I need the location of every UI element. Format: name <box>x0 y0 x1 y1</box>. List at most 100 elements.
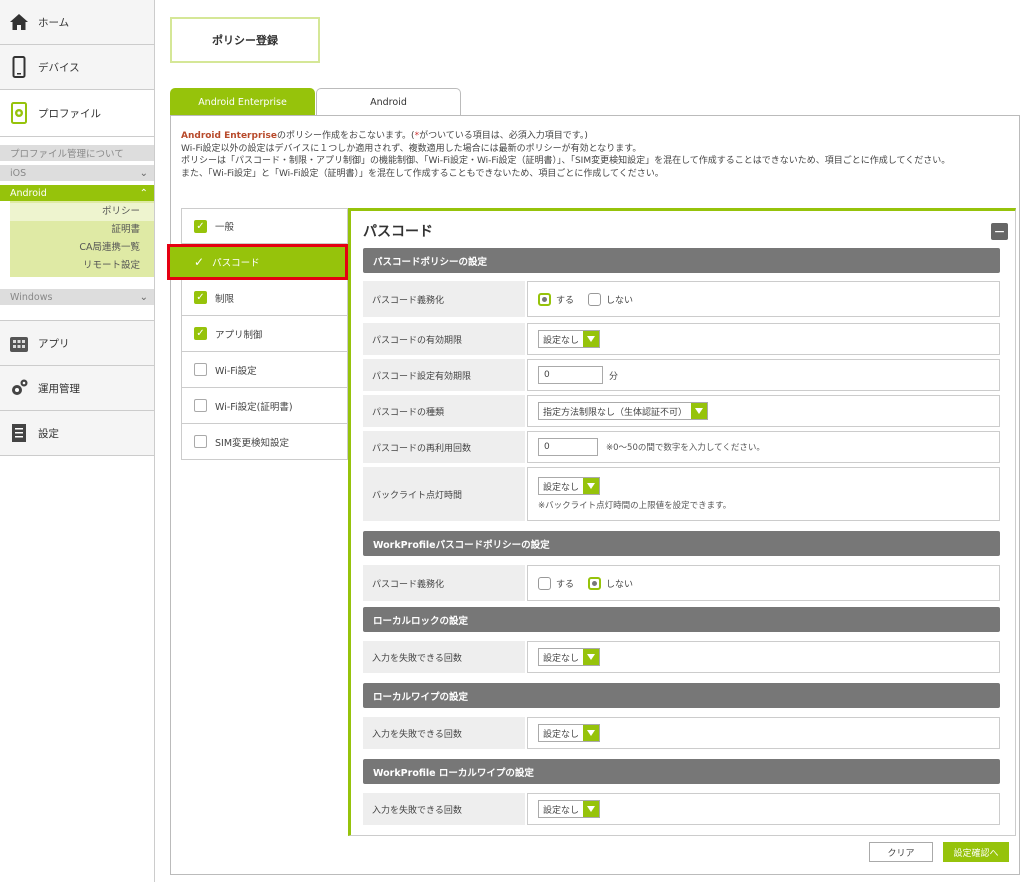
profile-about-link[interactable]: プロファイル管理について <box>0 145 154 161</box>
nav-profile-label: プロファイル <box>38 107 101 120</box>
dropdown-arrow-icon <box>583 725 600 741</box>
profile-about-label: プロファイル管理について <box>10 149 124 160</box>
nav-android[interactable]: Android ⌃ <box>0 185 154 201</box>
nav-ios-label: iOS <box>10 167 27 179</box>
menu-item-label: Wi-Fi設定 <box>215 365 257 377</box>
checkbox-checked-icon: ✓ <box>194 327 207 340</box>
nav-home[interactable]: ホーム <box>0 0 154 45</box>
nav-ops[interactable]: 運用管理 <box>0 366 154 411</box>
row-label: パスコードの種類 <box>363 395 525 427</box>
select-value: 設定なし <box>543 482 580 493</box>
sidebar-divider <box>0 309 154 321</box>
dropdown-arrow-icon <box>691 403 708 419</box>
menu-item-wifi-cert[interactable]: Wi-Fi設定(証明書) <box>181 388 348 424</box>
home-icon <box>8 11 30 33</box>
android-item-certificate[interactable]: 証明書 <box>10 221 154 239</box>
menu-item-passcode[interactable]: ✓ パスコード <box>167 244 348 280</box>
row-label: バックライト点灯時間 <box>363 467 525 521</box>
intro-text: Android Enterpriseのポリシー作成をおこないます。(*がついてい… <box>181 130 1001 180</box>
nav-ios[interactable]: iOS ⌄ <box>0 165 154 181</box>
nav-ops-label: 運用管理 <box>38 382 80 395</box>
clear-button[interactable]: クリア <box>869 842 933 862</box>
row-work-passcode-required: パスコード義務化 する しない <box>363 565 1000 601</box>
unit-minute: 分 <box>609 371 619 382</box>
nav-windows-label: Windows <box>10 291 53 303</box>
radio-yes-label: する <box>556 579 575 590</box>
type-select[interactable]: 指定方法制限なし（生体認証不可） <box>538 402 709 420</box>
menu-item-wifi[interactable]: Wi-Fi設定 <box>181 352 348 388</box>
section-work-passcode: WorkProfileパスコードポリシーの設定 <box>363 531 1000 556</box>
row-value: 0 ※0～50の間で数字を入力してください。 <box>527 431 1000 463</box>
section-local-lock: ローカルロックの設定 <box>363 607 1000 632</box>
tab-bar: Android Enterprise Android <box>170 88 462 116</box>
row-passcode-expiry: パスコードの有効期限 設定なし <box>363 323 1000 355</box>
radio-no-label: しない <box>606 295 634 306</box>
dropdown-arrow-icon <box>583 331 600 347</box>
nav-device-label: デバイス <box>38 61 80 74</box>
radio-yes[interactable] <box>538 292 551 306</box>
reuse-count-input[interactable]: 0 <box>538 438 598 456</box>
section-local-wipe: ローカルワイプの設定 <box>363 683 1000 708</box>
row-value: する しない <box>527 281 1000 317</box>
row-value: する しない <box>527 565 1000 601</box>
content-panel: Android Enterpriseのポリシー作成をおこないます。(*がついてい… <box>167 115 1020 875</box>
menu-item-sim[interactable]: SIM変更検知設定 <box>181 424 348 460</box>
smartphone-icon <box>8 56 30 78</box>
nav-app-label: アプリ <box>38 337 70 350</box>
wipe-fail-select[interactable]: 設定なし <box>538 724 601 742</box>
lock-fail-select[interactable]: 設定なし <box>538 648 601 666</box>
collapse-minus-button[interactable]: − <box>991 223 1008 240</box>
nav-windows[interactable]: Windows ⌄ <box>0 289 154 305</box>
row-label: パスコード義務化 <box>363 565 525 601</box>
profile-gear-icon <box>8 102 30 124</box>
android-item-remote[interactable]: リモート設定 <box>10 257 154 275</box>
select-value: 設定なし <box>543 729 580 740</box>
reuse-note: ※0～50の間で数字を入力してください。 <box>606 443 765 453</box>
row-value: 設定なし <box>527 793 1000 825</box>
radio-yes[interactable] <box>538 576 551 590</box>
android-item-ca-list[interactable]: CA局連携一覧 <box>10 239 154 257</box>
row-backlight: バックライト点灯時間 設定なし ※バックライト点灯時間の上限値を設定できます。 <box>363 467 1000 521</box>
row-wipe-fail-count: 入力を失敗できる回数 設定なし <box>363 717 1000 749</box>
backlight-select[interactable]: 設定なし <box>538 477 601 495</box>
nav-profile[interactable]: プロファイル <box>0 90 154 137</box>
intro-line4: また、「Wi-Fi設定」と「Wi-Fi設定（証明書）」を混在して作成することもで… <box>181 168 664 179</box>
menu-item-label: アプリ制御 <box>215 329 263 341</box>
dropdown-arrow-icon <box>583 801 600 817</box>
check-icon: ✓ <box>194 255 205 269</box>
intro-line3: ポリシーは「パスコード・制限・アプリ制御」の機能制御、「Wi-Fi設定・Wi-F… <box>181 156 951 166</box>
dropdown-arrow-icon <box>583 478 600 494</box>
tab-android[interactable]: Android <box>316 88 461 116</box>
checkbox-empty-icon <box>194 435 207 448</box>
intro-line1-end: がついている項目は、必須入力項目です。) <box>419 131 588 141</box>
menu-item-app-control[interactable]: ✓ アプリ制御 <box>181 316 348 352</box>
android-sub-list: ポリシー 証明書 CA局連携一覧 リモート設定 <box>10 201 154 277</box>
menu-item-restriction[interactable]: ✓ 制限 <box>181 280 348 316</box>
chevron-up-icon: ⌃ <box>139 187 148 199</box>
checkbox-empty-icon <box>194 363 207 376</box>
nav-device[interactable]: デバイス <box>0 45 154 90</box>
select-value: 設定なし <box>543 805 580 816</box>
menu-item-label: SIM変更検知設定 <box>215 437 290 449</box>
setting-expiry-input[interactable]: 0 <box>538 366 603 384</box>
section-work-wipe: WorkProfile ローカルワイプの設定 <box>363 759 1000 784</box>
row-label: 入力を失敗できる回数 <box>363 641 525 673</box>
radio-no[interactable] <box>588 576 602 590</box>
nav-settings[interactable]: 設定 <box>0 411 154 456</box>
menu-item-general[interactable]: ✓ 一般 <box>181 208 348 244</box>
intro-ae: Android Enterprise <box>181 131 277 141</box>
chevron-down-icon: ⌄ <box>139 291 148 303</box>
row-label: パスコード設定有効期限 <box>363 359 525 391</box>
nav-app[interactable]: アプリ <box>0 321 154 366</box>
android-item-policy[interactable]: ポリシー <box>10 203 154 221</box>
radio-no[interactable] <box>588 292 602 306</box>
confirm-button[interactable]: 設定確認へ <box>943 842 1009 862</box>
menu-item-label: 一般 <box>215 222 235 233</box>
expiry-select[interactable]: 設定なし <box>538 330 601 348</box>
row-reuse-count: パスコードの再利用回数 0 ※0～50の間で数字を入力してください。 <box>363 431 1000 463</box>
work-wipe-fail-select[interactable]: 設定なし <box>538 800 601 818</box>
sidebar: ホーム デバイス プロファイル プロファイル管理について iOS ⌄ Andro… <box>0 0 155 882</box>
row-passcode-required: パスコード義務化 する しない <box>363 281 1000 317</box>
row-label: パスコードの再利用回数 <box>363 431 525 463</box>
tab-android-enterprise[interactable]: Android Enterprise <box>170 88 315 116</box>
